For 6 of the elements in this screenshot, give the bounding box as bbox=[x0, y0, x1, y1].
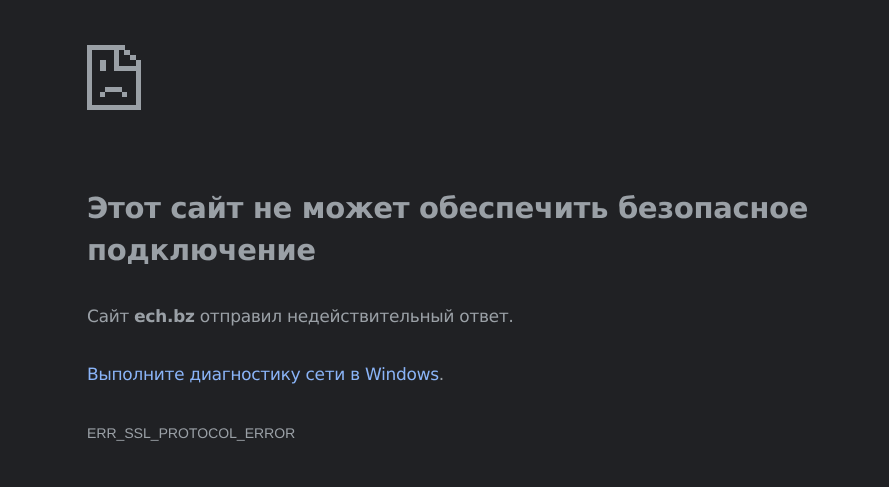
sad-page-icon bbox=[87, 45, 141, 110]
error-message: Сайт ech.bz отправил недействительный ответ. bbox=[87, 306, 515, 329]
diagnostics-link[interactable]: Выполните диагностику сети в Windows bbox=[87, 365, 439, 385]
period-text: . bbox=[438, 365, 444, 385]
error-heading: Этот сайт не может обеспечить безопасное подключение bbox=[87, 190, 810, 269]
error-code: ERR_SSL_PROTOCOL_ERROR bbox=[87, 424, 296, 443]
